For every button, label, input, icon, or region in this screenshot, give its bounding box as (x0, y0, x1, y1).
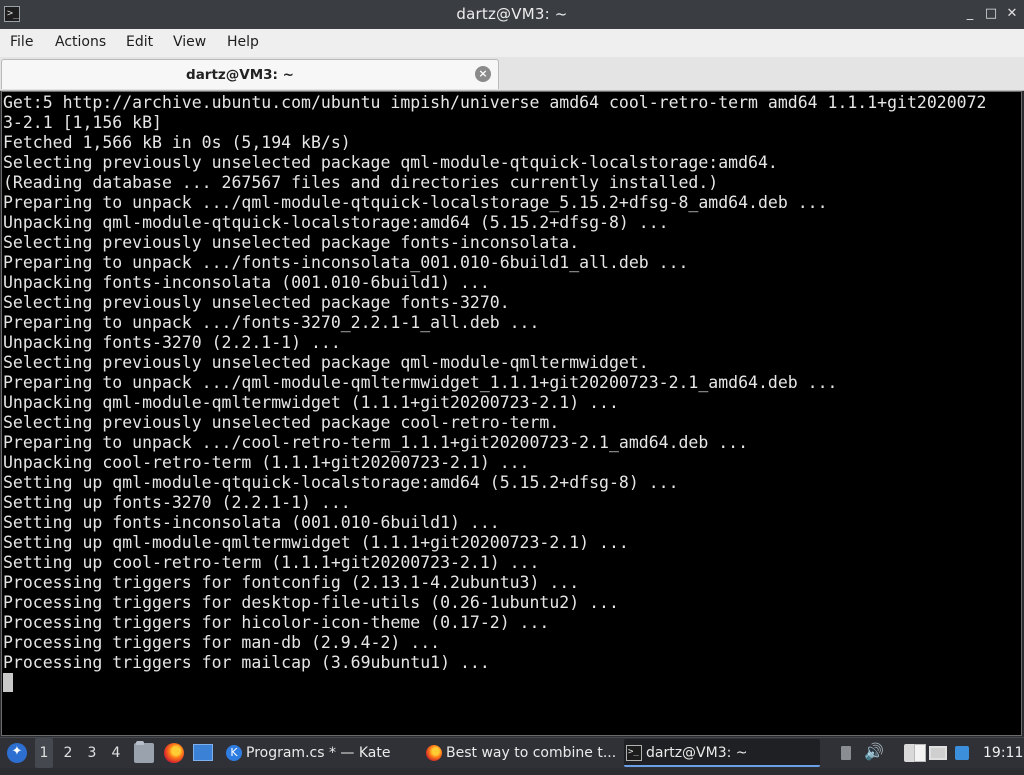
terminal-line: Processing triggers for desktop-file-uti… (3, 593, 619, 612)
menu-bar: File Actions Edit View Help (0, 29, 1024, 58)
terminal-line: Preparing to unpack .../qml-module-qmlte… (3, 373, 838, 392)
terminal-line: Selecting previously unselected package … (3, 153, 778, 172)
workspace-1[interactable]: 1 (35, 738, 53, 768)
terminal-lines: Get:5 http://archive.ubuntu.com/ubuntu i… (3, 93, 986, 673)
tray-separator (838, 744, 856, 762)
workspace-4[interactable]: 4 (107, 745, 125, 775)
terminal-output[interactable]: Get:5 http://archive.ubuntu.com/ubuntu i… (1, 91, 1022, 736)
start-menu-button[interactable]: ✦ (2, 738, 30, 768)
menu-file[interactable]: File (10, 34, 33, 50)
workspace-3[interactable]: 3 (83, 745, 101, 775)
menu-edit[interactable]: Edit (126, 34, 153, 50)
terminal-line: Selecting previously unselected package … (3, 233, 580, 252)
terminal-line: Setting up cool-retro-term (1.1.1+git202… (3, 553, 540, 572)
task-terminal[interactable]: >_ dartz@VM3: ~ (624, 739, 820, 767)
terminal-line: Unpacking cool-retro-term (1.1.1+git2020… (3, 453, 530, 472)
workspace-2[interactable]: 2 (59, 745, 77, 775)
terminal-icon: >_ (626, 745, 642, 761)
update-notifier-icon[interactable] (955, 746, 969, 760)
terminal-line: Processing triggers for man-db (2.9.4-2)… (3, 633, 441, 652)
terminal-line: Setting up qml-module-qmltermwidget (1.1… (3, 533, 629, 552)
task-label: Best way to combine t... (446, 745, 617, 761)
terminal-line: Processing triggers for fontconfig (2.13… (3, 573, 580, 592)
terminal-line: Setting up fonts-3270 (2.2.1-1) ... (3, 493, 351, 512)
terminal-line: Unpacking qml-module-qtquick-localstorag… (3, 213, 669, 232)
minimize-button[interactable]: _ (962, 6, 978, 22)
task-label: dartz@VM3: ~ (646, 745, 748, 761)
terminal-line: Unpacking fonts-inconsolata (001.010-6bu… (3, 273, 490, 292)
show-desktop-icon[interactable] (193, 744, 213, 761)
close-button[interactable]: ✕ (1004, 6, 1020, 22)
window-titlebar[interactable]: >_ dartz@VM3: ~ _ □ ✕ (0, 0, 1024, 29)
terminal-line: Setting up fonts-inconsolata (001.010-6b… (3, 513, 500, 532)
menu-help[interactable]: Help (227, 34, 259, 50)
terminal-line: Preparing to unpack .../cool-retro-term_… (3, 433, 749, 452)
taskbar: ✦ 1 2 3 4 K Program.cs * — Kate Best way… (0, 737, 1024, 768)
terminal-line: Selecting previously unselected package … (3, 293, 510, 312)
kate-icon: K (226, 745, 242, 761)
terminal-line: Selecting previously unselected package … (3, 353, 649, 372)
tab-bar: dartz@VM3: ~ × (0, 57, 1024, 91)
terminal-line: Processing triggers for mailcap (3.69ubu… (3, 653, 490, 672)
terminal-line: 3-2.1 [1,156 kB] (3, 113, 162, 132)
monitor-icon[interactable] (929, 746, 947, 760)
terminal-tab[interactable]: dartz@VM3: ~ × (1, 59, 499, 89)
terminal-line: Preparing to unpack .../fonts-inconsolat… (3, 253, 689, 272)
terminal-line: Selecting previously unselected package … (3, 413, 560, 432)
volume-icon[interactable]: 🔊 (864, 742, 884, 762)
terminal-line: Unpacking qml-module-qmltermwidget (1.1.… (3, 393, 619, 412)
menu-view[interactable]: View (173, 34, 206, 50)
task-label: Program.cs * — Kate (246, 745, 391, 761)
terminal-cursor (3, 673, 13, 692)
terminal-line: (Reading database ... 267567 files and d… (3, 173, 719, 192)
menu-actions[interactable]: Actions (55, 34, 106, 50)
firefox-icon (426, 745, 442, 761)
firefox-launcher-icon[interactable] (164, 743, 184, 763)
terminal-line: Preparing to unpack .../qml-module-qtqui… (3, 193, 828, 212)
notes-icon[interactable] (914, 744, 926, 762)
task-firefox[interactable]: Best way to combine t... (424, 739, 620, 767)
tab-label: dartz@VM3: ~ (186, 67, 294, 83)
window-title: dartz@VM3: ~ (456, 5, 568, 23)
lubuntu-logo-icon: ✦ (7, 743, 27, 763)
terminal-line: Get:5 http://archive.ubuntu.com/ubuntu i… (3, 93, 987, 112)
terminal-line: Preparing to unpack .../fonts-3270_2.2.1… (3, 313, 540, 332)
tab-close-icon[interactable]: × (475, 66, 491, 82)
terminal-line: Unpacking fonts-3270 (2.2.1-1) ... (3, 333, 341, 352)
file-manager-icon[interactable] (134, 741, 154, 763)
task-kate[interactable]: K Program.cs * — Kate (224, 739, 420, 767)
terminal-line: Fetched 1,566 kB in 0s (5,194 kB/s) (3, 133, 351, 152)
terminal-line: Processing triggers for hicolor-icon-the… (3, 613, 550, 632)
clock[interactable]: 19:11 (983, 745, 1023, 775)
maximize-button[interactable]: □ (983, 6, 999, 22)
terminal-line: Setting up qml-module-qtquick-localstora… (3, 473, 679, 492)
